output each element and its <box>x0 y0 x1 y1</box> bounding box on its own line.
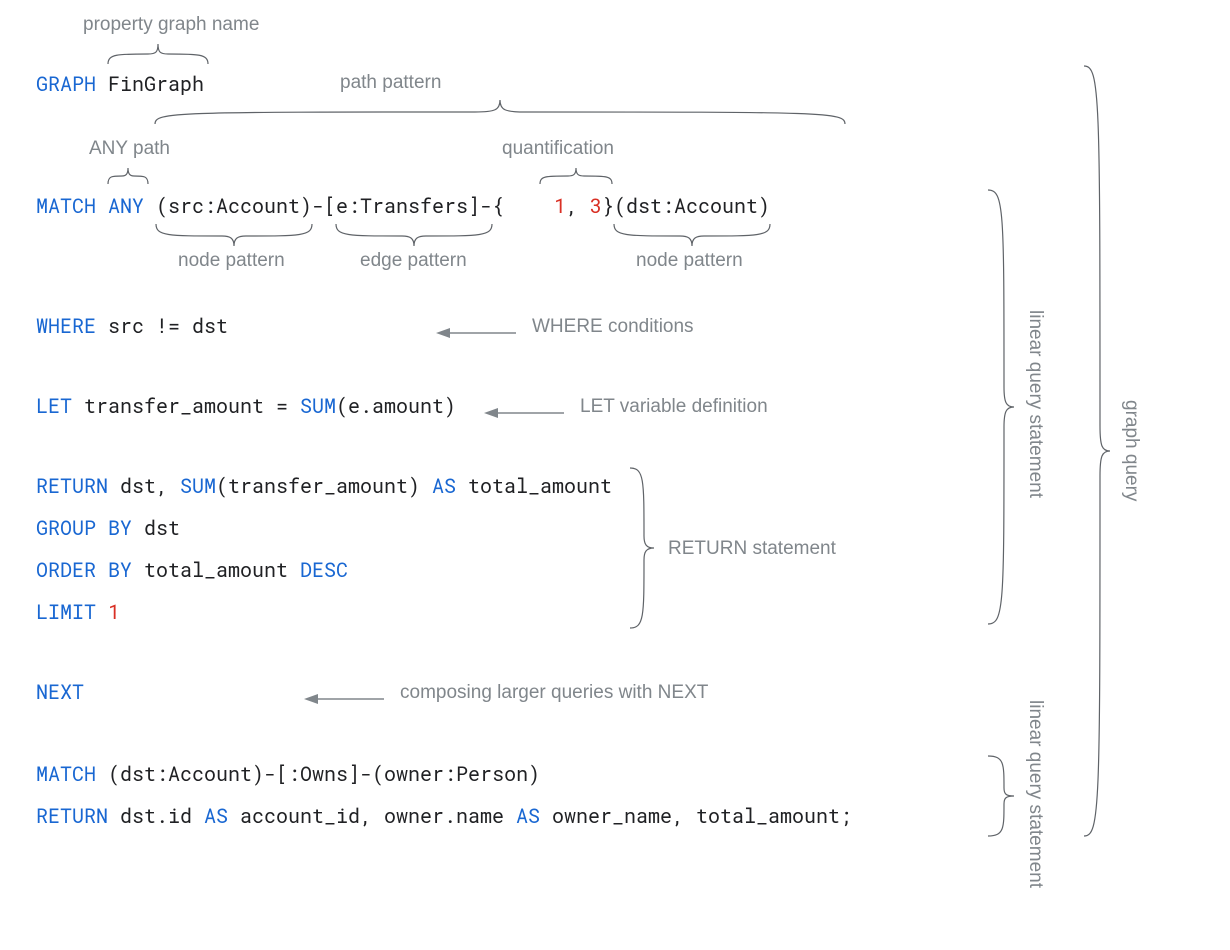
brace-return-statement <box>628 468 656 628</box>
order-by-body: total_amount <box>144 558 300 582</box>
where-body: src != dst <box>108 314 228 338</box>
label-graph-query: graph query <box>1120 400 1142 501</box>
match2-body: (dst:Account)-[:Owns]-(owner:Person) <box>108 762 540 786</box>
kw-sum-1: SUM <box>300 394 336 418</box>
arrow-let <box>484 406 564 420</box>
graph-name: FinGraph <box>108 72 204 96</box>
kw-sum-2: SUM <box>180 474 216 498</box>
kw-where: WHERE <box>36 314 96 338</box>
brace-node-pattern-2 <box>614 222 770 248</box>
label-quantification: quantification <box>502 138 614 160</box>
brace-linear-query-2 <box>986 756 1016 836</box>
arrow-where <box>436 326 516 340</box>
kw-match-2: MATCH <box>36 762 96 786</box>
return2-body-1: dst.id <box>120 804 204 828</box>
label-node-pattern-2: node pattern <box>636 250 743 272</box>
match-comma: , <box>566 194 590 218</box>
label-composing-next: composing larger queries with NEXT <box>400 682 708 704</box>
kw-desc: DESC <box>300 558 348 582</box>
brace-any-path <box>108 164 148 186</box>
label-any-path: ANY path <box>89 138 170 160</box>
brace-edge-pattern <box>336 222 492 248</box>
return-body-2: (transfer_amount) <box>216 474 432 498</box>
kw-let: LET <box>36 394 72 418</box>
arrow-next <box>304 692 384 706</box>
match-pattern-1: (src:Account)-[e:Transfers]-{ <box>156 194 504 218</box>
brace-node-pattern-1 <box>156 222 312 248</box>
kw-as-3: AS <box>516 804 540 828</box>
match-num-1: 1 <box>554 194 566 218</box>
label-return-statement: RETURN statement <box>668 538 836 560</box>
return-body-1: dst, <box>120 474 180 498</box>
kw-group-by: GROUP BY <box>36 516 132 540</box>
return-body-3: total_amount <box>456 474 612 498</box>
label-where: WHERE conditions <box>532 316 694 338</box>
brace-property-graph-name <box>108 40 208 66</box>
limit-val: 1 <box>108 600 120 624</box>
kw-order-by: ORDER BY <box>36 558 132 582</box>
kw-graph: GRAPH <box>36 72 96 96</box>
kw-limit: LIMIT <box>36 600 96 624</box>
brace-graph-query <box>1082 66 1112 836</box>
group-by-body: dst <box>144 516 180 540</box>
return2-body-2: account_id, owner.name <box>228 804 516 828</box>
let-body-2: (e.amount) <box>336 394 456 418</box>
kw-next: NEXT <box>36 680 84 704</box>
kw-any: ANY <box>108 194 144 218</box>
label-edge-pattern: edge pattern <box>360 250 467 272</box>
brace-linear-query-1 <box>986 190 1016 624</box>
label-path-pattern: path pattern <box>340 72 441 94</box>
label-let: LET variable definition <box>580 396 768 418</box>
return2-body-3: owner_name, total_amount; <box>540 804 852 828</box>
kw-return-1: RETURN <box>36 474 108 498</box>
match-pattern-2: }(dst:Account) <box>602 194 770 218</box>
match-num-3: 3 <box>590 194 602 218</box>
kw-as-1: AS <box>432 474 456 498</box>
brace-quantification <box>540 164 612 186</box>
kw-return-2: RETURN <box>36 804 108 828</box>
kw-match: MATCH <box>36 194 96 218</box>
label-node-pattern-1: node pattern <box>178 250 285 272</box>
label-property-graph-name: property graph name <box>83 14 259 36</box>
label-linear-query-2: linear query statement <box>1024 700 1046 888</box>
brace-path-pattern <box>155 98 845 126</box>
label-linear-query-1: linear query statement <box>1024 310 1046 498</box>
kw-as-2: AS <box>204 804 228 828</box>
let-body-1: transfer_amount = <box>84 394 300 418</box>
